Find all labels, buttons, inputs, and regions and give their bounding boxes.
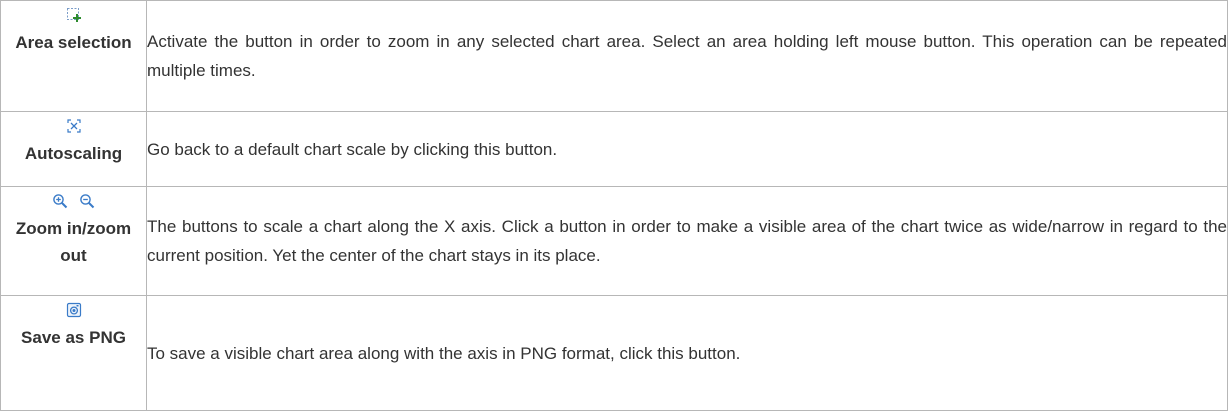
tool-name: Save as PNG — [21, 328, 126, 347]
area-selection-icon — [66, 7, 82, 23]
table-row: Save as PNG To save a visible chart area… — [0, 295, 1228, 411]
table-row: Autoscaling Go back to a default chart s… — [0, 111, 1228, 187]
tool-cell: Save as PNG — [0, 295, 147, 411]
tool-name: Area selection — [15, 33, 132, 52]
tool-description: Activate the button in order to zoom in … — [146, 0, 1228, 112]
tool-name: Autoscaling — [24, 144, 123, 163]
autoscaling-icon — [66, 118, 82, 134]
chart-tools-help-table: Area selection Activate the button in or… — [0, 0, 1228, 411]
tool-cell: Area selection — [0, 0, 147, 112]
save-png-icon — [66, 302, 82, 318]
tool-description: Go back to a default chart scale by clic… — [146, 111, 1228, 187]
zoom-in-icon — [52, 193, 68, 209]
zoom-out-icon — [79, 193, 95, 209]
table-row: Area selection Activate the button in or… — [0, 0, 1228, 112]
tool-description: To save a visible chart area along with … — [146, 295, 1228, 411]
table-row: Zoom in/zoom out The buttons to scale a … — [0, 186, 1228, 296]
tool-name: Zoom in/zoom out — [15, 219, 132, 265]
tool-cell: Zoom in/zoom out — [0, 186, 147, 296]
tool-cell: Autoscaling — [0, 111, 147, 187]
tool-description: The buttons to scale a chart along the X… — [146, 186, 1228, 296]
